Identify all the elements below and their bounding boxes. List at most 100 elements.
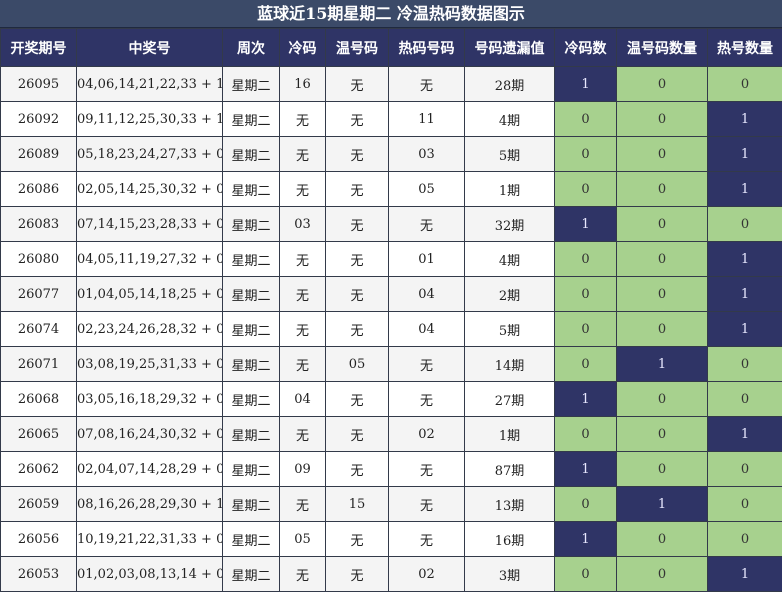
- miss-cell: 4期: [465, 102, 555, 137]
- numbers-cell: 01,04,05,14,18,25 + 04: [77, 277, 223, 312]
- numbers-cell: 07,14,15,23,28,33 + 03: [77, 207, 223, 242]
- numbers-cell: 04,06,14,21,22,33 + 16: [77, 67, 223, 102]
- cold-cell: 无: [280, 102, 326, 137]
- warm-cell: 无: [326, 102, 389, 137]
- warm-cell: 05: [326, 347, 389, 382]
- cold-cell: 无: [280, 172, 326, 207]
- miss-cell: 4期: [465, 242, 555, 277]
- warm-cell: 无: [326, 67, 389, 102]
- cold-count-cell: 0: [555, 487, 617, 522]
- weekday-cell: 星期二: [223, 522, 280, 557]
- cold-count-cell: 1: [555, 207, 617, 242]
- hot-cell: 无: [389, 67, 465, 102]
- table-row: 2606507,08,16,24,30,32 + 02星期二无无021期001: [1, 417, 782, 452]
- numbers-cell: 03,05,16,18,29,32 + 04: [77, 382, 223, 417]
- cold-cell: 无: [280, 557, 326, 592]
- miss-cell: 1期: [465, 417, 555, 452]
- miss-cell: 13期: [465, 487, 555, 522]
- hot-count-cell: 0: [708, 522, 782, 557]
- issue-cell: 26071: [1, 347, 77, 382]
- cold-cell: 无: [280, 277, 326, 312]
- header-numbers: 中奖号: [77, 29, 223, 67]
- warm-cell: 无: [326, 277, 389, 312]
- issue-cell: 26077: [1, 277, 77, 312]
- cold-cell: 09: [280, 452, 326, 487]
- hot-count-cell: 0: [708, 382, 782, 417]
- miss-cell: 27期: [465, 382, 555, 417]
- hot-cell: 无: [389, 347, 465, 382]
- header-issue: 开奖期号: [1, 29, 77, 67]
- issue-cell: 26068: [1, 382, 77, 417]
- numbers-cell: 02,04,07,14,28,29 + 09: [77, 452, 223, 487]
- table-row: 2609504,06,14,21,22,33 + 16星期二16无无28期100: [1, 67, 782, 102]
- cold-cell: 无: [280, 487, 326, 522]
- weekday-cell: 星期二: [223, 277, 280, 312]
- header-weekday: 周次: [223, 29, 280, 67]
- hot-count-cell: 1: [708, 277, 782, 312]
- warm-cell: 无: [326, 417, 389, 452]
- weekday-cell: 星期二: [223, 137, 280, 172]
- weekday-cell: 星期二: [223, 347, 280, 382]
- hot-cell: 02: [389, 557, 465, 592]
- warm-count-cell: 1: [617, 347, 708, 382]
- warm-count-cell: 0: [617, 522, 708, 557]
- warm-count-cell: 0: [617, 137, 708, 172]
- hot-cell: 04: [389, 277, 465, 312]
- cold-cell: 无: [280, 417, 326, 452]
- header-hot-count: 热号数量: [708, 29, 782, 67]
- issue-cell: 26062: [1, 452, 77, 487]
- cold-cell: 无: [280, 312, 326, 347]
- table-row: 2606803,05,16,18,29,32 + 04星期二04无无27期100: [1, 382, 782, 417]
- page-title: 蓝球近15期星期二 冷温热码数据图示: [0, 0, 782, 28]
- warm-cell: 无: [326, 207, 389, 242]
- numbers-cell: 04,05,11,19,27,32 + 01: [77, 242, 223, 277]
- weekday-cell: 星期二: [223, 312, 280, 347]
- warm-count-cell: 0: [617, 382, 708, 417]
- cold-count-cell: 0: [555, 102, 617, 137]
- table-row: 2608307,14,15,23,28,33 + 03星期二03无无32期100: [1, 207, 782, 242]
- miss-cell: 32期: [465, 207, 555, 242]
- miss-cell: 5期: [465, 312, 555, 347]
- cold-cell: 无: [280, 347, 326, 382]
- cold-count-cell: 0: [555, 172, 617, 207]
- issue-cell: 26059: [1, 487, 77, 522]
- table-row: 2608602,05,14,25,30,32 + 05星期二无无051期001: [1, 172, 782, 207]
- warm-count-cell: 0: [617, 452, 708, 487]
- numbers-cell: 05,18,23,24,27,33 + 03: [77, 137, 223, 172]
- cold-count-cell: 0: [555, 312, 617, 347]
- miss-cell: 2期: [465, 277, 555, 312]
- hot-count-cell: 1: [708, 172, 782, 207]
- weekday-cell: 星期二: [223, 242, 280, 277]
- warm-count-cell: 0: [617, 417, 708, 452]
- weekday-cell: 星期二: [223, 382, 280, 417]
- hot-cell: 04: [389, 312, 465, 347]
- hot-cell: 无: [389, 522, 465, 557]
- hot-cell: 03: [389, 137, 465, 172]
- issue-cell: 26053: [1, 557, 77, 592]
- warm-cell: 15: [326, 487, 389, 522]
- weekday-cell: 星期二: [223, 557, 280, 592]
- issue-cell: 26065: [1, 417, 77, 452]
- issue-cell: 26056: [1, 522, 77, 557]
- issue-cell: 26092: [1, 102, 77, 137]
- cold-count-cell: 0: [555, 277, 617, 312]
- table-row: 2608004,05,11,19,27,32 + 01星期二无无014期001: [1, 242, 782, 277]
- weekday-cell: 星期二: [223, 452, 280, 487]
- hot-cell: 无: [389, 487, 465, 522]
- cold-count-cell: 0: [555, 137, 617, 172]
- warm-count-cell: 1: [617, 487, 708, 522]
- table-row: 2606202,04,07,14,28,29 + 09星期二09无无87期100: [1, 452, 782, 487]
- header-hot: 热码号码: [389, 29, 465, 67]
- warm-cell: 无: [326, 522, 389, 557]
- numbers-cell: 01,02,03,08,13,14 + 02: [77, 557, 223, 592]
- hot-cell: 02: [389, 417, 465, 452]
- cold-cell: 04: [280, 382, 326, 417]
- warm-cell: 无: [326, 382, 389, 417]
- miss-cell: 16期: [465, 522, 555, 557]
- miss-cell: 5期: [465, 137, 555, 172]
- header-warm-count: 温号码数量: [617, 29, 708, 67]
- cold-cell: 16: [280, 67, 326, 102]
- hot-count-cell: 1: [708, 312, 782, 347]
- warm-cell: 无: [326, 172, 389, 207]
- miss-cell: 14期: [465, 347, 555, 382]
